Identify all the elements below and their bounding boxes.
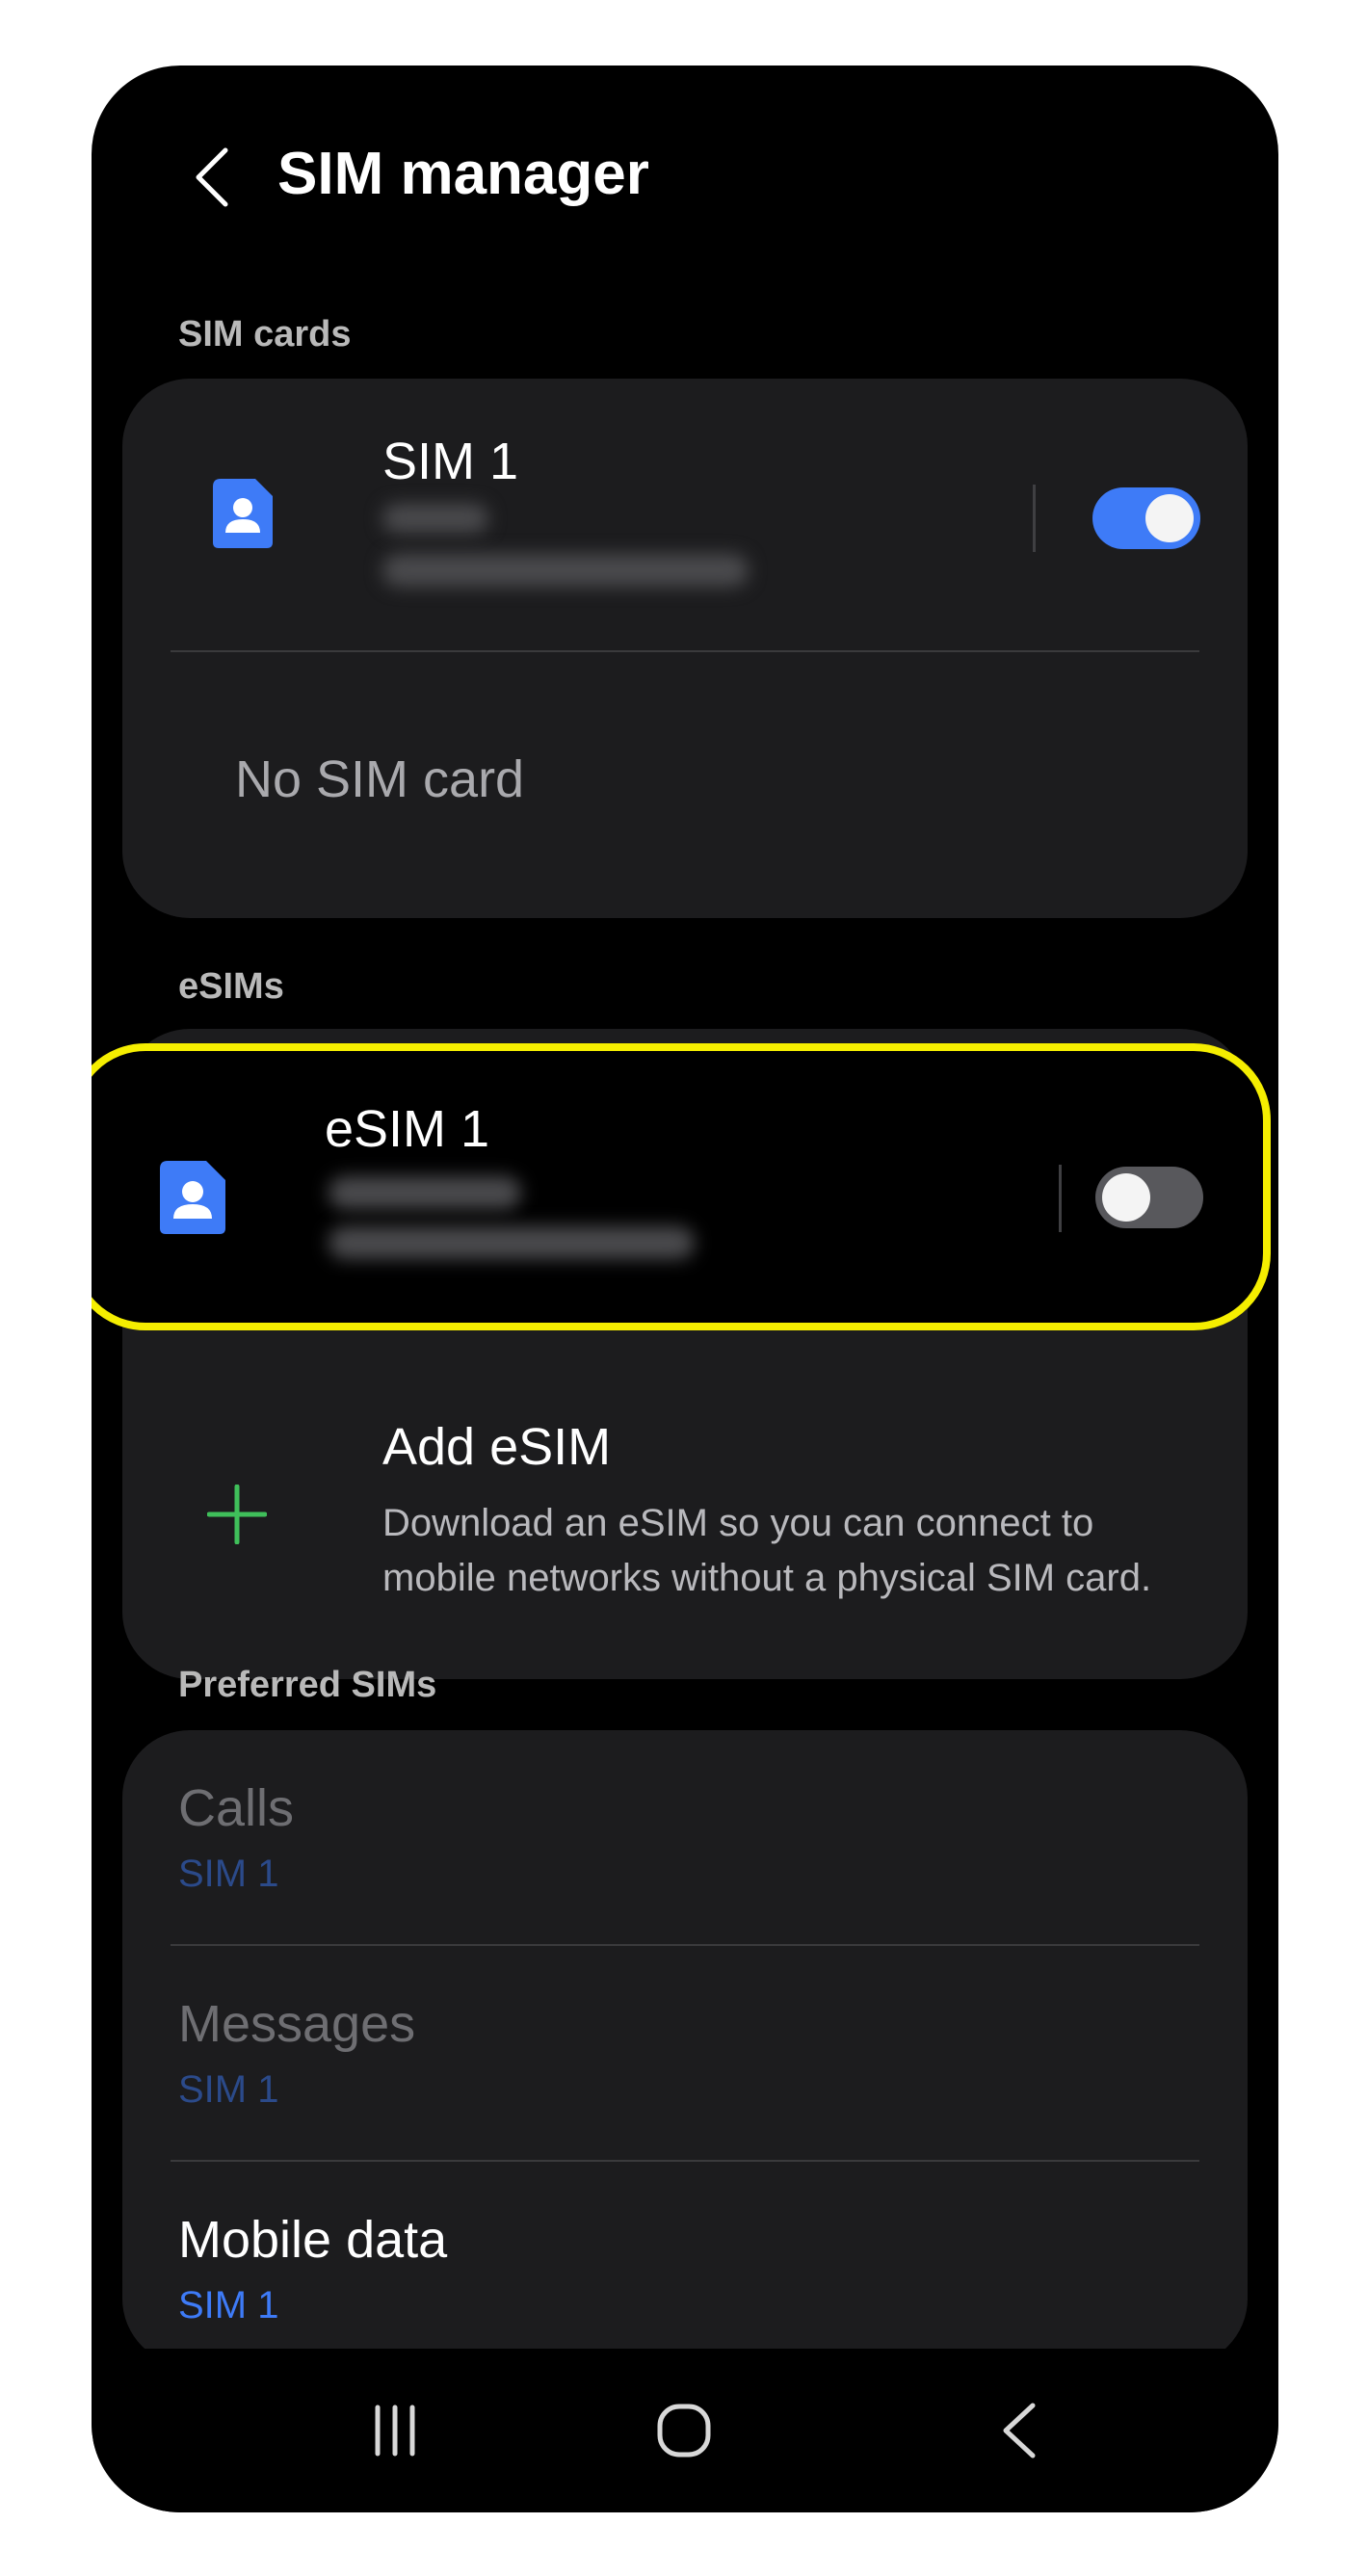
add-esim-title: Add eSIM [382, 1418, 612, 1476]
sim-cards-card: SIM 1 No SIM card [122, 379, 1248, 918]
sim1-toggle[interactable] [1092, 487, 1200, 549]
mobile-data-value: SIM 1 [178, 2284, 279, 2326]
section-label-preferred-sims: Preferred SIMs [178, 1665, 437, 1705]
section-label-sim-cards: SIM cards [178, 314, 352, 355]
toggle-knob [1102, 1173, 1150, 1222]
calls-label: Calls [178, 1779, 295, 1837]
esim1-carrier-redacted [329, 1176, 521, 1209]
home-button[interactable] [641, 2387, 727, 2474]
messages-label: Messages [178, 1995, 416, 2053]
mobile-data-label: Mobile data [178, 2211, 448, 2269]
add-esim-row[interactable]: Add eSIM Download an eSIM so you can con… [122, 1371, 1248, 1679]
divider [171, 650, 1199, 652]
page-title: SIM manager [277, 141, 649, 207]
nav-back-icon [1003, 2403, 1036, 2458]
sim1-number-redacted [382, 554, 749, 587]
esim1-name: eSIM 1 [325, 1100, 490, 1158]
sim-card-icon [160, 1161, 225, 1234]
sim-card-icon [213, 479, 273, 548]
messages-value: SIM 1 [178, 2068, 279, 2111]
navigation-bar [92, 2349, 1278, 2512]
esim1-row[interactable]: eSIM 1 [92, 1043, 1271, 1330]
recents-button[interactable] [352, 2387, 438, 2474]
preferred-sims-card: Calls SIM 1 Messages SIM 1 Mobile data S… [122, 1730, 1248, 2366]
calls-value: SIM 1 [178, 1853, 279, 1895]
section-label-esims: eSIMs [178, 966, 284, 1007]
home-icon [657, 2404, 711, 2458]
add-esim-description: Download an eSIM so you can connect to m… [382, 1502, 1152, 1599]
messages-row[interactable]: Messages SIM 1 [122, 1946, 1248, 2160]
mobile-data-row[interactable]: Mobile data SIM 1 [122, 2162, 1248, 2366]
plus-icon [207, 1485, 267, 1544]
sim1-carrier-redacted [382, 504, 488, 533]
sim1-name: SIM 1 [382, 433, 519, 490]
app-header: SIM manager [92, 66, 1278, 277]
back-arrow-icon [196, 147, 228, 207]
phone-screen: SIM manager SIM cards SIM 1 No SIM card … [92, 66, 1278, 2512]
sim1-row[interactable]: SIM 1 [122, 379, 1248, 650]
sim1-toggle-divider [1033, 485, 1036, 552]
toggle-knob [1145, 494, 1194, 542]
back-button[interactable] [178, 139, 246, 216]
recents-icon [375, 2405, 415, 2457]
esim1-toggle[interactable] [1095, 1167, 1203, 1228]
calls-row[interactable]: Calls SIM 1 [122, 1730, 1248, 1944]
nav-back-button[interactable] [976, 2387, 1063, 2474]
esim1-number-redacted [329, 1226, 695, 1259]
no-sim-card-label: No SIM card [235, 750, 525, 808]
esim1-toggle-divider [1059, 1165, 1062, 1232]
